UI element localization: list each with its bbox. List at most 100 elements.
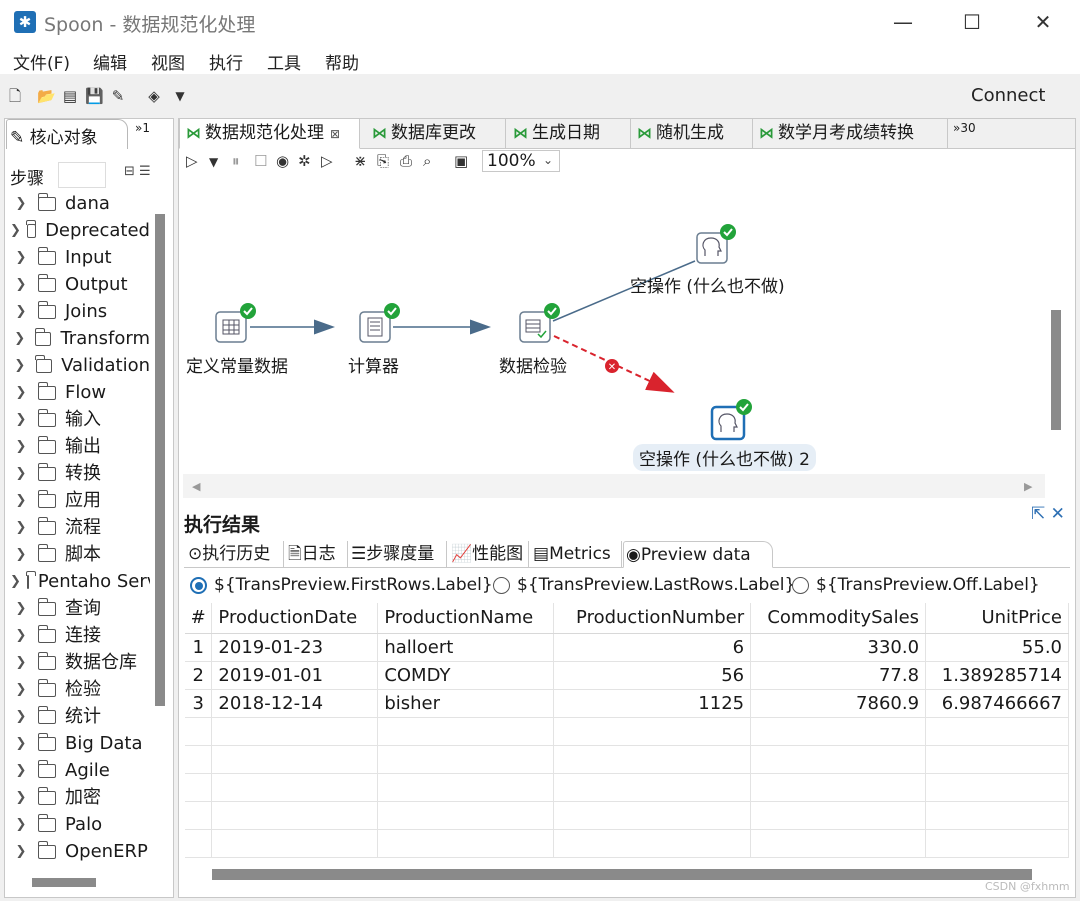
- tree-item[interactable]: ❯ Deprecated: [10, 217, 150, 244]
- table-row[interactable]: [185, 745, 1069, 774]
- tree-item[interactable]: ❯ 流程: [10, 514, 150, 541]
- chevron-right-icon[interactable]: ❯: [10, 326, 29, 352]
- chevron-right-icon[interactable]: ❯: [10, 434, 32, 460]
- tab-transformation-5[interactable]: ⋈ 数学月考成绩转换: [753, 119, 948, 149]
- tab-transformation-2[interactable]: ⋈ 数据库更改: [366, 119, 506, 149]
- tree-item[interactable]: ❯ Palo: [10, 811, 150, 838]
- impact-icon[interactable]: ⎘: [377, 152, 389, 170]
- tree-item[interactable]: ❯ Joins: [10, 298, 150, 325]
- save-as-icon[interactable]: ✎: [109, 87, 127, 105]
- tree-item[interactable]: ❯ 加密: [10, 784, 150, 811]
- scroll-left-icon[interactable]: ◀: [192, 480, 200, 493]
- run-options-chevron-icon[interactable]: ▼: [209, 155, 218, 169]
- menu-help[interactable]: 帮助: [325, 49, 359, 74]
- tree-item[interactable]: ❯ 检验: [10, 676, 150, 703]
- chevron-right-icon[interactable]: ❯: [10, 542, 32, 568]
- verify-icon[interactable]: ⋇: [354, 152, 367, 170]
- node-calculator[interactable]: [359, 303, 400, 343]
- chevron-right-icon[interactable]: ❯: [10, 677, 32, 703]
- chevron-right-icon[interactable]: ❯: [10, 569, 21, 595]
- maximize-button[interactable]: ☐: [949, 6, 995, 38]
- menu-tools[interactable]: 工具: [267, 49, 301, 74]
- chevron-right-icon[interactable]: ❯: [10, 731, 32, 757]
- column-header[interactable]: ProductionNumber: [553, 603, 752, 634]
- chevron-right-icon[interactable]: ❯: [10, 812, 32, 838]
- close-tab-icon[interactable]: ⊠: [330, 127, 340, 141]
- tree-item[interactable]: ❯ Validation: [10, 352, 150, 379]
- expand-tree-icon[interactable]: ⊟: [124, 164, 135, 179]
- more-file-tabs-button[interactable]: »30: [953, 121, 976, 135]
- show-results-icon[interactable]: ▣: [454, 152, 468, 170]
- chevron-right-icon[interactable]: ❯: [10, 218, 21, 244]
- menu-file[interactable]: 文件(F): [13, 49, 70, 74]
- sql-icon[interactable]: ⎙: [400, 152, 412, 170]
- tree-item[interactable]: ❯ Flow: [10, 379, 150, 406]
- table-row[interactable]: [185, 717, 1069, 746]
- chevron-right-icon[interactable]: ❯: [10, 245, 32, 271]
- chevron-right-icon[interactable]: ❯: [10, 461, 32, 487]
- chevron-right-icon[interactable]: ❯: [10, 623, 32, 649]
- tree-item[interactable]: ❯ 查询: [10, 595, 150, 622]
- tree-item[interactable]: ❯ Pentaho Server: [10, 568, 150, 595]
- tab-performance-graph[interactable]: 📈性能图: [449, 541, 529, 568]
- tab-metrics[interactable]: ▤Metrics: [531, 541, 622, 568]
- tree-item[interactable]: ❯ 连接: [10, 622, 150, 649]
- run-icon[interactable]: ▷: [186, 152, 198, 170]
- new-file-icon[interactable]: 🗋: [6, 87, 24, 105]
- connect-button[interactable]: Connect: [971, 85, 1045, 106]
- save-icon[interactable]: 💾: [85, 87, 104, 105]
- pause-icon[interactable]: ⏸: [232, 152, 240, 170]
- tab-transformation-1[interactable]: ⋈ 数据规范化处理 ⊠: [179, 119, 360, 149]
- tab-preview-data[interactable]: ◉Preview data: [623, 541, 773, 568]
- scroll-right-icon[interactable]: ▶: [1024, 480, 1032, 493]
- chevron-right-icon[interactable]: ❯: [10, 650, 32, 676]
- table-row[interactable]: 1 2019-01-23 halloert 6 330.0 55.0: [185, 633, 1069, 662]
- canvas-horizontal-scrollbar[interactable]: [183, 474, 1045, 498]
- tab-transformation-4[interactable]: ⋈ 随机生成: [631, 119, 753, 149]
- left-horizontal-scrollbar[interactable]: [32, 878, 96, 887]
- radio-last-rows[interactable]: ${TransPreview.LastRows.Label}: [493, 575, 795, 595]
- canvas-vertical-scrollbar[interactable]: [1051, 310, 1061, 430]
- tree-item[interactable]: ❯ 脚本: [10, 541, 150, 568]
- explore-repository-icon[interactable]: ▤: [61, 87, 79, 105]
- column-header[interactable]: ProductionDate: [211, 603, 379, 634]
- node-constant[interactable]: [215, 303, 256, 343]
- table-row[interactable]: [185, 773, 1069, 802]
- grid-horizontal-scrollbar[interactable]: [212, 869, 1032, 880]
- collapse-tree-icon[interactable]: ☰: [139, 164, 151, 179]
- tree-item[interactable]: ❯ 输出: [10, 433, 150, 460]
- radio-off[interactable]: ${TransPreview.Off.Label}: [792, 575, 1040, 595]
- tree-item[interactable]: ❯ 统计: [10, 703, 150, 730]
- open-file-icon[interactable]: 📂: [37, 87, 56, 105]
- tree-item[interactable]: ❯ Output: [10, 271, 150, 298]
- node-dummy-2[interactable]: [710, 399, 752, 441]
- menu-run[interactable]: 执行: [209, 49, 243, 74]
- chevron-right-icon[interactable]: ❯: [10, 704, 32, 730]
- radio-first-rows[interactable]: ${TransPreview.FirstRows.Label}: [190, 575, 493, 595]
- tab-transformation-3[interactable]: ⋈ 生成日期: [507, 119, 631, 149]
- steps-view-icons[interactable]: ⊟ ☰: [124, 164, 151, 179]
- more-tabs-button[interactable]: »1: [135, 121, 150, 135]
- tree-item[interactable]: ❯ Big Data: [10, 730, 150, 757]
- debug-icon[interactable]: ✲: [298, 152, 311, 170]
- tree-item[interactable]: ❯ OpenERP: [10, 838, 150, 865]
- chevron-right-icon[interactable]: ❯: [10, 488, 32, 514]
- column-header[interactable]: ProductionName: [377, 603, 555, 634]
- chevron-right-icon[interactable]: ❯: [10, 299, 32, 325]
- chevron-right-icon[interactable]: ❯: [10, 407, 32, 433]
- tree-item[interactable]: ❯ 转换: [10, 460, 150, 487]
- preview-icon[interactable]: ◉: [276, 152, 289, 170]
- chevron-down-icon[interactable]: ▼: [171, 87, 189, 105]
- stop-icon[interactable]: ☐: [254, 152, 267, 170]
- menu-view[interactable]: 视图: [151, 49, 185, 74]
- tree-item[interactable]: ❯ dana: [10, 190, 150, 217]
- chevron-right-icon[interactable]: ❯: [10, 596, 32, 622]
- chevron-right-icon[interactable]: ❯: [10, 758, 32, 784]
- explore-db-icon[interactable]: ⌕: [423, 152, 431, 170]
- tree-item[interactable]: ❯ 应用: [10, 487, 150, 514]
- replay-icon[interactable]: ▷: [321, 152, 333, 170]
- tab-step-metrics[interactable]: ☰步骤度量: [349, 541, 447, 568]
- column-header[interactable]: CommoditySales: [750, 603, 927, 634]
- tab-execution-history[interactable]: ⊙执行历史: [186, 541, 284, 568]
- minimize-button[interactable]: —: [880, 6, 926, 38]
